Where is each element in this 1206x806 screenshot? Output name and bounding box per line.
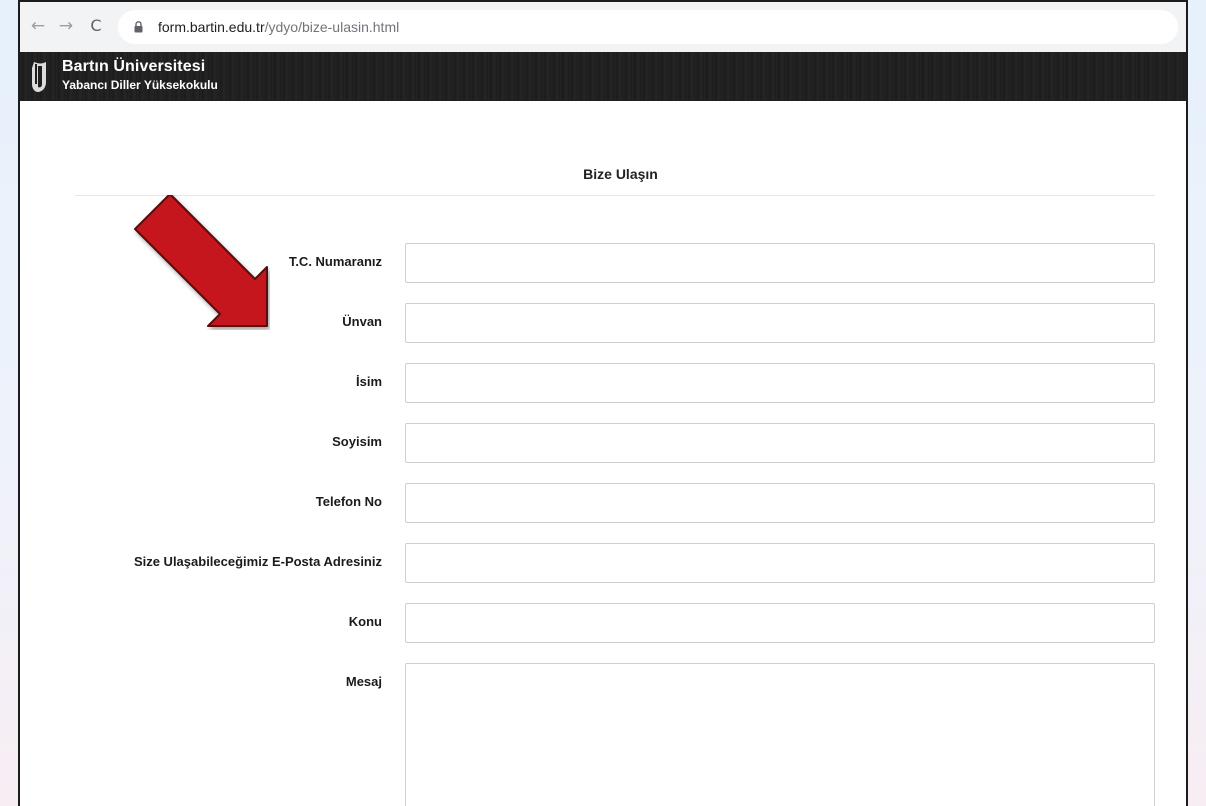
form-row-phone: Telefon No bbox=[20, 483, 1170, 523]
page-title: Bize Ulaşın bbox=[583, 166, 658, 182]
lock-icon[interactable] bbox=[134, 21, 143, 33]
form-row-last-name: Soyisim bbox=[20, 423, 1170, 463]
first-name-input[interactable] bbox=[405, 363, 1155, 403]
last-name-input[interactable] bbox=[405, 423, 1155, 463]
title-label: Ünvan bbox=[342, 314, 382, 329]
university-name[interactable]: Bartın Üniversitesi bbox=[62, 58, 205, 76]
url-text[interactable]: form.bartin.edu.tr/ydyo/bize-ulasin.html bbox=[158, 19, 399, 35]
subject-label: Konu bbox=[348, 614, 382, 629]
browser-toolbar: ← → C form.bartin.edu.tr/ydyo/bize-ulasi… bbox=[20, 2, 1186, 53]
first-name-label: İsim bbox=[355, 374, 382, 389]
tc-number-input[interactable] bbox=[405, 243, 1155, 283]
message-textarea[interactable] bbox=[405, 663, 1155, 806]
form-row-subject: Konu bbox=[20, 603, 1170, 643]
subject-input[interactable] bbox=[405, 603, 1155, 643]
address-bar[interactable]: form.bartin.edu.tr/ydyo/bize-ulasin.html bbox=[118, 10, 1178, 44]
school-name[interactable]: Yabancı Diller Yüksekokulu bbox=[62, 78, 218, 92]
url-host: form.bartin.edu.tr bbox=[158, 19, 265, 35]
university-logo-icon[interactable] bbox=[30, 60, 52, 94]
reload-icon[interactable]: C bbox=[84, 14, 108, 38]
url-path: /ydyo/bize-ulasin.html bbox=[264, 19, 400, 35]
email-label: Size Ulaşabileceğimiz E-Posta Adresiniz bbox=[133, 554, 382, 569]
tc-number-label: T.C. Numaranız bbox=[288, 254, 382, 269]
form-row-first-name: İsim bbox=[20, 363, 1170, 403]
email-input[interactable] bbox=[405, 543, 1155, 583]
last-name-label: Soyisim bbox=[332, 434, 382, 449]
site-header: Bartın Üniversitesi Yabancı Diller Yükse… bbox=[20, 52, 1186, 101]
form-row-message: Mesaj bbox=[20, 663, 1170, 806]
phone-label: Telefon No bbox=[315, 494, 382, 509]
message-label: Mesaj bbox=[345, 674, 382, 689]
form-row-email: Size Ulaşabileceğimiz E-Posta Adresiniz bbox=[20, 543, 1170, 583]
forward-icon[interactable]: → bbox=[54, 14, 78, 38]
back-icon[interactable]: ← bbox=[26, 14, 50, 38]
browser-window: ← → C form.bartin.edu.tr/ydyo/bize-ulasi… bbox=[18, 0, 1188, 806]
title-input[interactable] bbox=[405, 303, 1155, 343]
red-arrow-annotation-icon bbox=[134, 195, 268, 327]
phone-input[interactable] bbox=[405, 483, 1155, 523]
